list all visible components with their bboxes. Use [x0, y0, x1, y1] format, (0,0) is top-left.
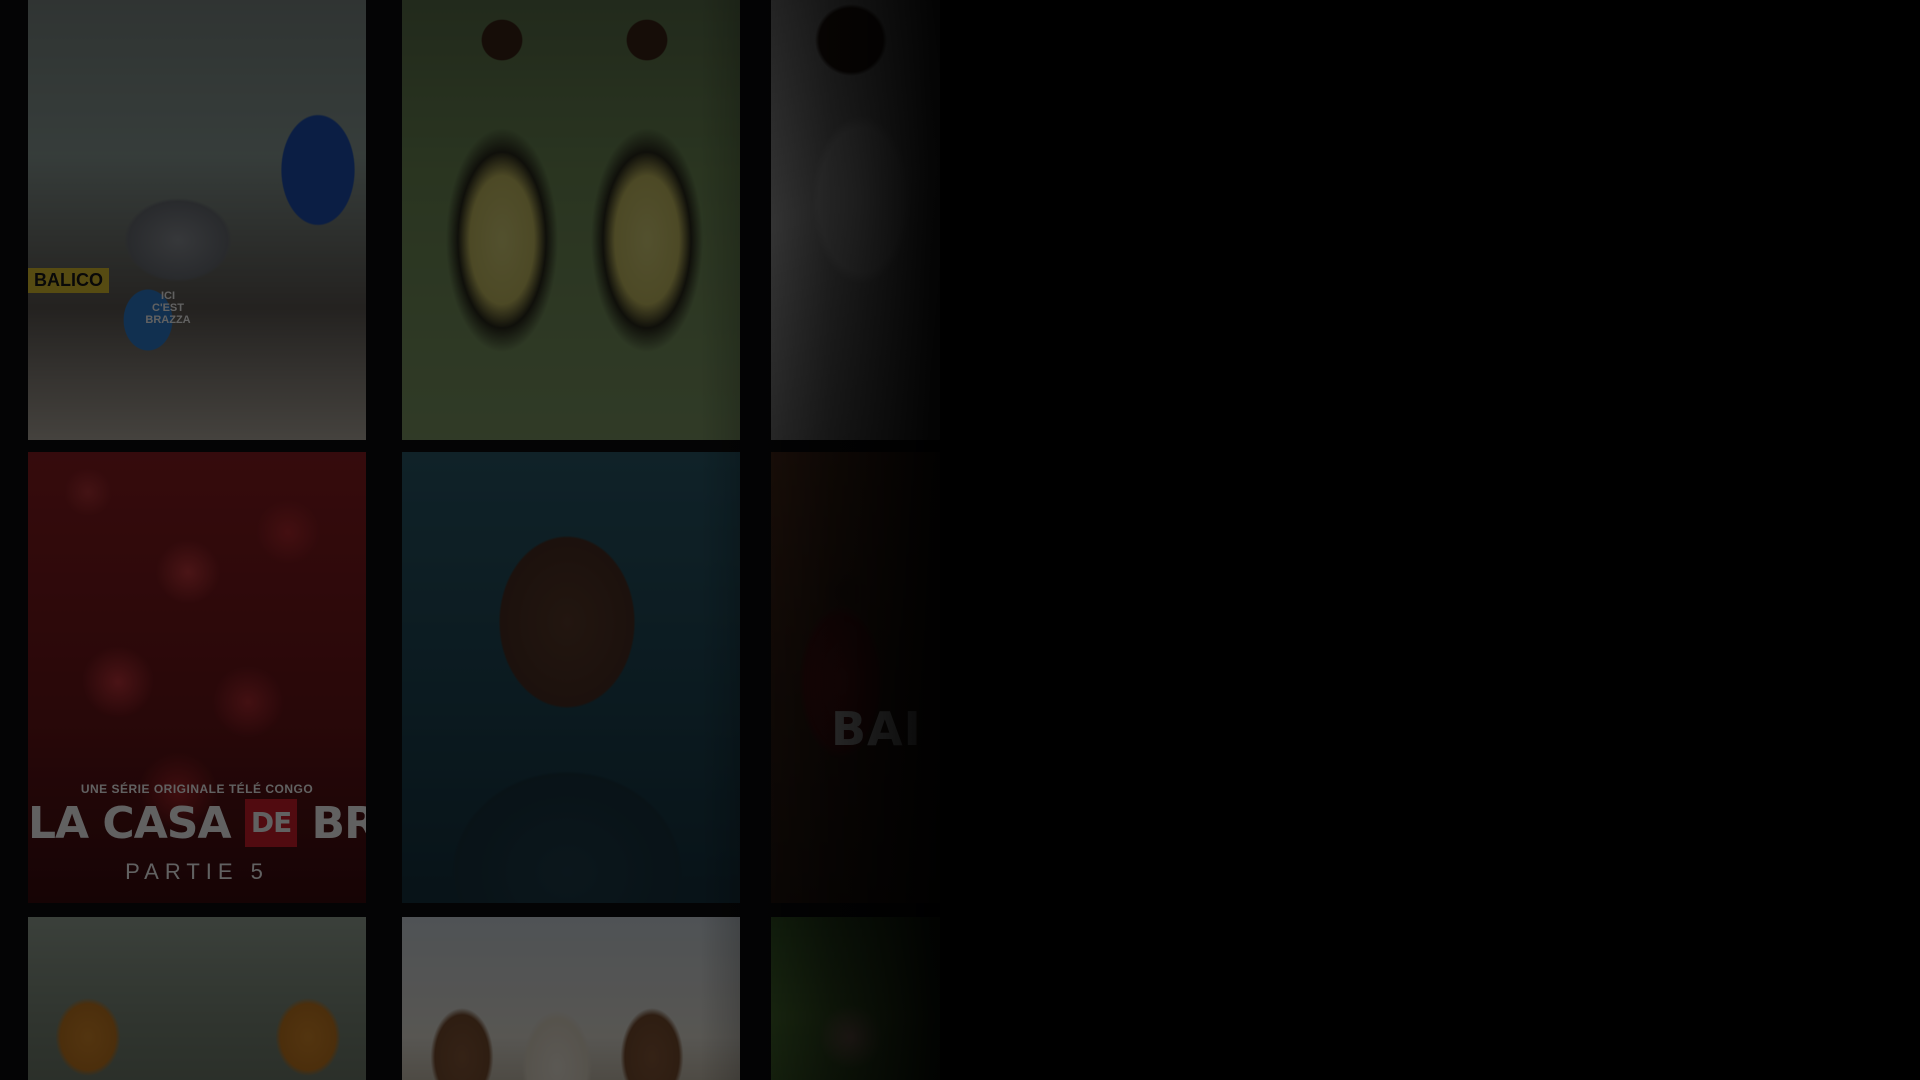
- casa-title-left: LA CASA: [28, 798, 231, 849]
- casa-title: LA CASA DE BRAZZA: [28, 798, 366, 853]
- poster-shirts[interactable]: [402, 0, 740, 440]
- shirt-text-content: ICI C'EST BRAZZA: [145, 290, 191, 326]
- casa-title-de: DE: [244, 799, 298, 847]
- poster-trio[interactable]: [402, 917, 740, 1080]
- screen: BALICO ICI C'EST BRAZZA UNE SÉRIE ORIGIN…: [0, 0, 1920, 1080]
- casa-subtitle: UNE SÉRIE ORIGINALE TÉLÉ CONGO: [80, 782, 314, 796]
- casa-caption: UNE SÉRIE ORIGINALE TÉLÉ CONGO LA CASA D…: [28, 782, 366, 885]
- right-dark-panel: [940, 0, 1920, 1080]
- license-plate-text: BALICO: [28, 268, 109, 293]
- poster-casa[interactable]: UNE SÉRIE ORIGINALE TÉLÉ CONGO LA CASA D…: [28, 452, 366, 903]
- shirt-print-text: ICI C'EST BRAZZA: [133, 290, 203, 326]
- poster-car[interactable]: BALICO ICI C'EST BRAZZA: [28, 0, 366, 440]
- poster-portrait[interactable]: [402, 452, 740, 903]
- poster-vests[interactable]: [28, 917, 366, 1080]
- casa-part: PARTIE 5: [125, 859, 269, 884]
- poster-bad-title: BAI: [831, 702, 922, 756]
- casa-title-right: BRAZZA: [311, 798, 366, 849]
